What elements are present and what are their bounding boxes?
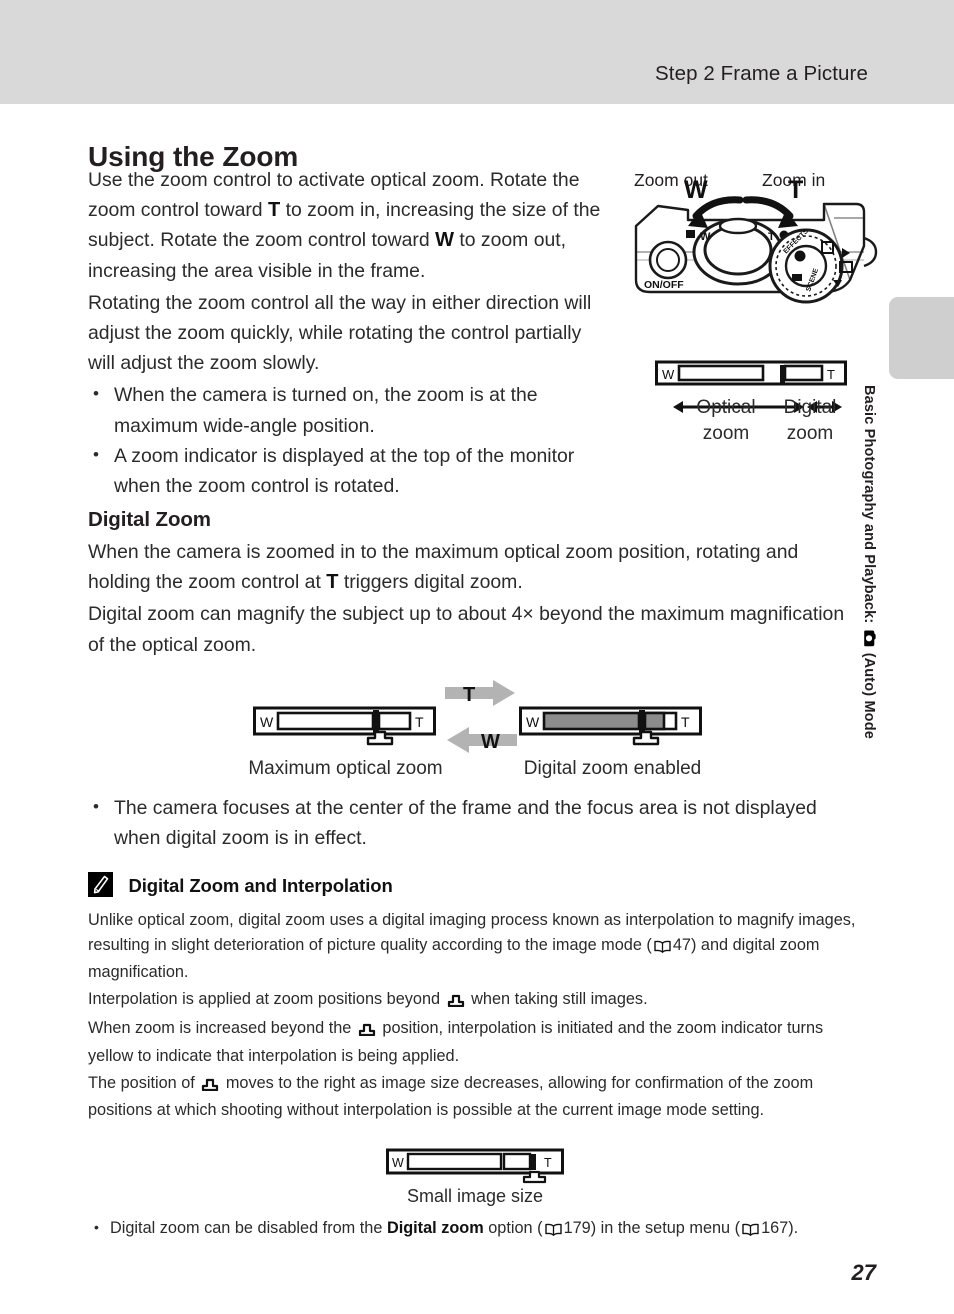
svg-text:T: T: [827, 367, 835, 382]
intro-text-column: Use the zoom control to activate optical…: [88, 165, 604, 501]
note-p3-a: When zoom is increased beyond the: [88, 1019, 356, 1038]
max-optical-zoom-caption: Maximum optical zoom: [248, 758, 443, 779]
intro-bullet-list: When the camera is turned on, the zoom i…: [88, 379, 604, 501]
svg-text:T: T: [463, 684, 475, 706]
note-bullet-block: Digital zoom can be disabled from the Di…: [88, 1215, 863, 1244]
camera-top-illustration: W T ON/OFF EFFECTS SCENE W T: [628, 168, 878, 348]
page-header-title: Step 2 Frame a Picture: [655, 62, 868, 85]
book-reference-icon: [544, 1219, 562, 1244]
max-optical-zoom-bar: W T: [253, 706, 436, 759]
svg-text:T: T: [788, 176, 803, 204]
tele-direction-arrow: T: [445, 679, 517, 712]
nb-d: ).: [788, 1219, 799, 1237]
svg-text:T: T: [415, 714, 424, 730]
list-item: Digital zoom can be disabled from the Di…: [88, 1215, 863, 1244]
book-reference-icon: [742, 1219, 759, 1244]
note-paragraph-2: Interpolation is applied at zoom positio…: [88, 987, 863, 1015]
optical-zoom-label-line2: zoom: [702, 423, 750, 444]
svg-text:W: W: [684, 176, 708, 204]
svg-text:T: T: [768, 231, 775, 243]
list-item: A zoom indicator is displayed at the top…: [88, 440, 604, 501]
interpolation-marker-icon: [447, 990, 465, 1015]
note-p4-a: The position of: [88, 1073, 200, 1092]
optical-zoom-label-line1: Optical: [696, 397, 756, 418]
page-number: 27: [851, 1260, 876, 1285]
note-paragraph-4: The position of moves to the right as im…: [88, 1071, 863, 1123]
svg-text:W: W: [526, 714, 540, 730]
focus-bullet-list: The camera focuses at the center of the …: [88, 792, 863, 853]
svg-text:T: T: [681, 714, 690, 730]
svg-text:W: W: [700, 231, 711, 243]
nb-b: option (: [483, 1219, 543, 1237]
nb-ref2: 167: [761, 1219, 789, 1237]
svg-text:W: W: [662, 367, 675, 382]
svg-text:ON/OFF: ON/OFF: [644, 279, 684, 291]
tele-symbol: T: [326, 571, 339, 594]
note-p1-ref: 47: [672, 935, 691, 954]
interpolation-marker-icon: [201, 1074, 219, 1099]
digital-zoom-option-name: Digital zoom: [386, 1219, 484, 1237]
digital-zoom-label-line2: zoom: [786, 423, 834, 444]
list-item: When the camera is turned on, the zoom i…: [88, 379, 604, 440]
header-band: [0, 0, 954, 104]
digital-zoom-label-line1: Digital: [783, 397, 837, 418]
chapter-label-after: (Auto) Mode: [861, 652, 877, 739]
chapter-label-before: Basic Photography and Playback:: [861, 385, 877, 624]
digital-zoom-enabled-caption: Digital zoom enabled: [523, 758, 702, 779]
dz-p1-b: triggers digital zoom.: [338, 571, 523, 594]
note-header: Digital Zoom and Interpolation: [88, 872, 393, 897]
wide-direction-arrow: W: [445, 726, 517, 759]
svg-text:W: W: [260, 714, 274, 730]
zoom-indicator-bar: W T: [655, 360, 847, 386]
svg-text:W: W: [481, 731, 500, 753]
list-item: The camera focuses at the center of the …: [88, 792, 863, 853]
nb-c: ) in the setup menu (: [590, 1219, 741, 1237]
note-bullet-list: Digital zoom can be disabled from the Di…: [88, 1215, 863, 1244]
focus-bullet-block: The camera focuses at the center of the …: [88, 792, 863, 853]
digital-zoom-paragraph-1: When the camera is zoomed in to the maxi…: [88, 537, 863, 597]
svg-text:T: T: [544, 1156, 552, 1170]
pencil-note-icon: [88, 872, 113, 897]
note-p2-a: Interpolation is applied at zoom positio…: [88, 989, 445, 1008]
book-reference-icon: [654, 936, 671, 961]
small-image-size-caption: Small image size: [406, 1186, 544, 1206]
note-paragraph-3: When zoom is increased beyond the positi…: [88, 1016, 863, 1068]
intro-paragraph-2: Rotating the zoom control all the way in…: [88, 291, 592, 375]
note-paragraph-1: Unlike optical zoom, digital zoom uses a…: [88, 908, 863, 985]
svg-text:W: W: [392, 1156, 404, 1170]
note-body: Unlike optical zoom, digital zoom uses a…: [88, 908, 863, 1125]
note-p2-b: when taking still images.: [466, 989, 648, 1008]
chapter-tab-marker: [889, 297, 954, 379]
tele-symbol: T: [267, 199, 281, 222]
wide-symbol: W: [435, 229, 454, 252]
digital-zoom-section: Digital Zoom When the camera is zoomed i…: [88, 508, 863, 662]
note-title: Digital Zoom and Interpolation: [128, 875, 393, 896]
interpolation-marker-icon: [358, 1019, 376, 1044]
digital-zoom-heading: Digital Zoom: [88, 508, 211, 531]
digital-zoom-enabled-bar: W T: [519, 706, 702, 759]
nb-ref1: 179: [563, 1219, 591, 1237]
digital-zoom-paragraph-2: Digital zoom can magnify the subject up …: [88, 603, 845, 656]
nb-a: Digital zoom can be disabled from the: [110, 1219, 387, 1237]
intro-paragraph-1: Use the zoom control to activate optical…: [88, 165, 604, 286]
